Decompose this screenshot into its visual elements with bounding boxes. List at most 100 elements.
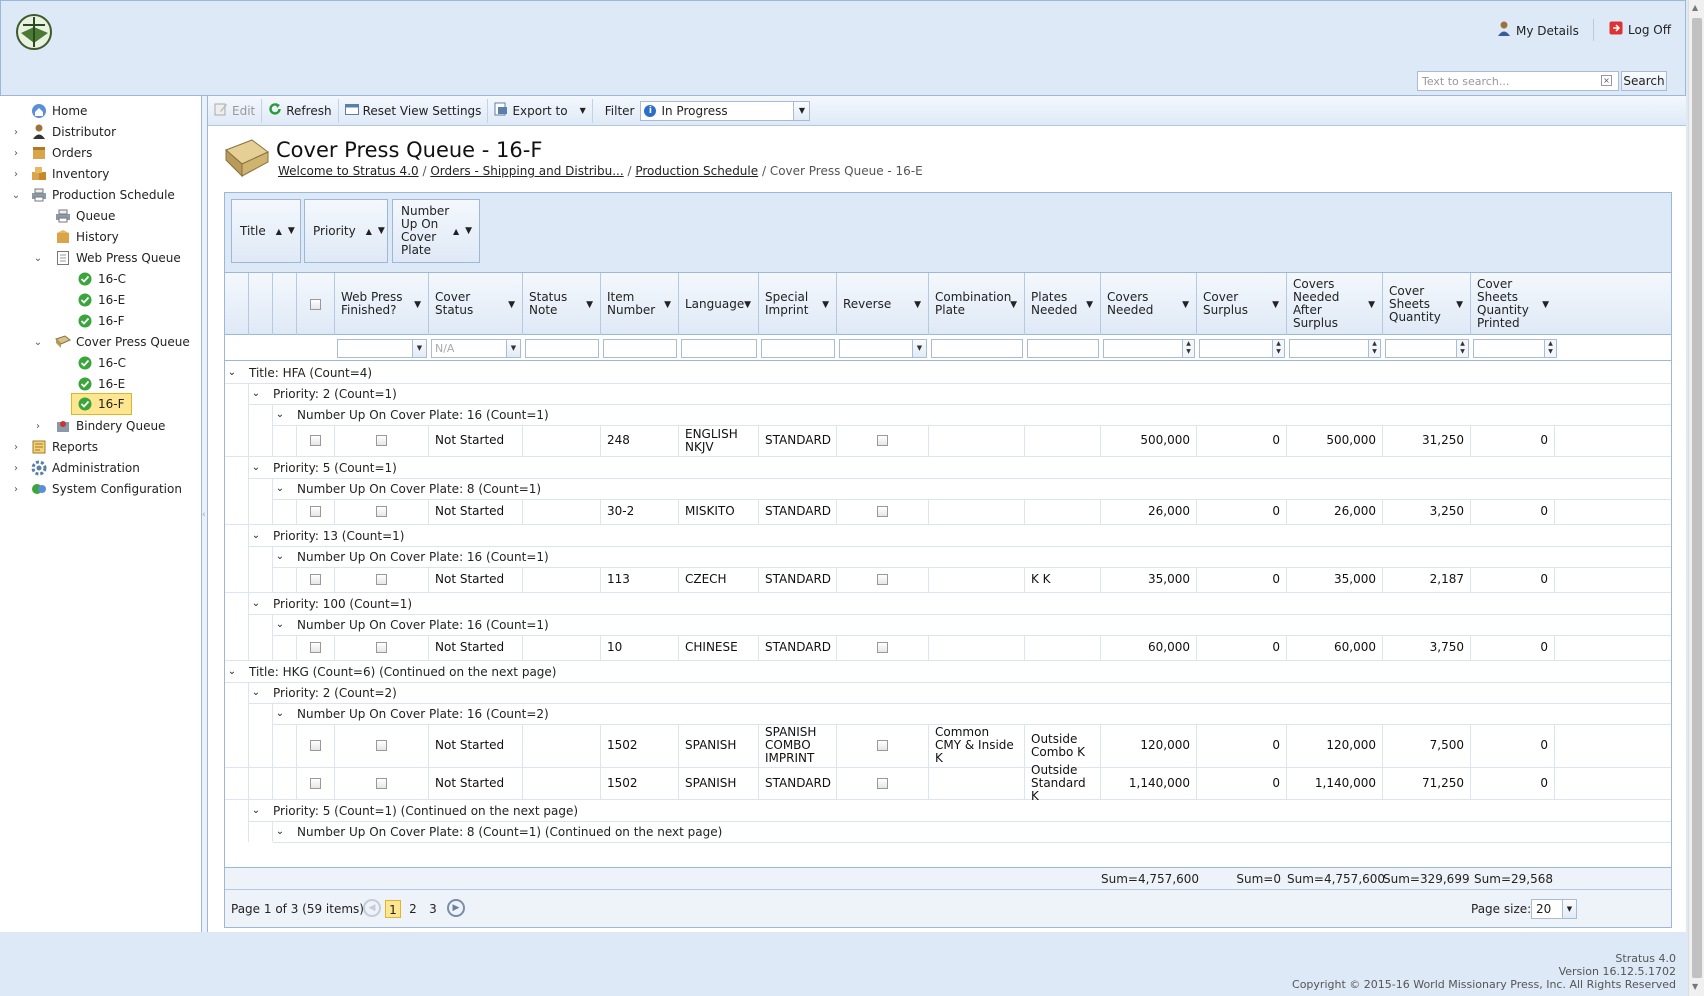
filter-status-note[interactable] [525,339,599,358]
sidebar-item-inventory[interactable]: › Inventory [10,163,109,185]
filter-icon[interactable]: ▼ [288,226,295,236]
table-row[interactable]: Not Started 248 ENGLISH NKJV STANDARD 500,00… [225,425,1671,457]
group-row-number-up[interactable]: ⌄ Number Up On Cover Plate: 8 (Count=1) [248,478,1671,500]
group-row-priority[interactable]: ⌄ Priority: 13 (Count=1) [248,525,1671,547]
filter-language[interactable] [681,339,757,358]
sidebar-item-reports[interactable]: › Reports [10,436,98,458]
filter-covers-needed[interactable]: ▲ ▼ [1103,339,1195,358]
group-row-title[interactable]: ⌄ Title: HFA (Count=4) [225,362,1671,384]
filter-item-number[interactable] [603,339,677,358]
search-button[interactable]: Search [1621,71,1667,91]
filter-select[interactable]: i In Progress ▼ [640,100,811,121]
col-cover-status[interactable]: Cover Status ▼ [429,273,523,335]
reverse-checkbox[interactable] [877,642,888,653]
row-select-checkbox[interactable] [310,740,321,751]
sidebar-item-bindery-queue[interactable]: › Bindery Queue [32,415,165,437]
chevron-down-icon[interactable]: ⌄ [32,337,44,348]
filter-icon[interactable]: ▼ [1456,299,1463,312]
chevron-right-icon[interactable]: › [32,421,44,432]
table-row[interactable]: Not Started 30-2 MISKITO STANDARD 26,000 0 26,… [225,499,1671,525]
scroll-down-icon[interactable]: ▼ [1692,982,1698,991]
chevron-down-icon[interactable]: ⌄ [249,687,263,698]
group-row-number-up[interactable]: ⌄ Number Up On Cover Plate: 16 (Count=1) [248,546,1671,568]
dropdown-arrow-icon[interactable]: ▼ [793,101,810,120]
col-language[interactable]: Language ▼ [679,273,759,335]
group-row-number-up[interactable]: ⌄ Number Up On Cover Plate: 16 (Count=1) [248,614,1671,636]
dropdown-arrow-icon[interactable]: ▼ [412,340,426,357]
dropdown-arrow-icon[interactable]: ▼ [506,340,520,357]
group-row-priority[interactable]: ⌄ Priority: 100 (Count=1) [248,593,1671,615]
spinner-icon[interactable]: ▲ ▼ [1544,340,1556,357]
clear-search-icon[interactable]: × [1601,75,1612,86]
row-select-checkbox[interactable] [310,778,321,789]
filter-icon[interactable]: ▼ [914,299,921,312]
filter-combination-plate[interactable] [931,339,1023,358]
spinner-icon[interactable]: ▲ ▼ [1456,340,1468,357]
chevron-down-icon[interactable]: ⌄ [249,462,263,473]
group-row-priority[interactable]: ⌄ Priority: 2 (Count=1) [248,383,1671,405]
chevron-down-icon[interactable]: ⌄ [249,805,263,816]
chevron-down-icon[interactable]: ⌄ [249,530,263,541]
chevron-down-icon[interactable]: ⌄ [225,666,239,677]
reverse-checkbox[interactable] [877,778,888,789]
sidebar-item-distributor[interactable]: › Distributor [10,121,116,143]
col-plates-needed[interactable]: Plates Needed ▼ [1025,273,1101,335]
spinner-icon[interactable]: ▲ ▼ [1368,340,1380,357]
group-row-number-up[interactable]: ⌄ Number Up On Cover Plate: 16 (Count=2) [248,703,1671,725]
chevron-down-icon[interactable]: ⌄ [273,826,287,837]
group-row-number-up[interactable]: ⌄ Number Up On Cover Plate: 8 (Count=1) (… [248,821,1671,843]
breadcrumb-orders-link[interactable]: Orders - Shipping and Distribu... [430,164,623,178]
filter-cover-sheets-quantity[interactable]: ▲ ▼ [1385,339,1469,358]
next-page-icon[interactable]: ▶ [447,899,465,917]
export-to-button[interactable]: Export to ▼ [488,98,593,123]
reverse-checkbox[interactable] [877,506,888,517]
chevron-down-icon[interactable]: ⌄ [32,253,44,264]
chevron-right-icon[interactable]: › [10,148,22,159]
sidebar-item-history[interactable]: History [54,226,119,248]
filter-special-imprint[interactable] [761,339,835,358]
chevron-down-icon[interactable]: ⌄ [249,388,263,399]
table-row[interactable]: Not Started 1502 SPANISH SPANISH COMBO IMPR… [225,724,1671,768]
filter-icon[interactable]: ▼ [414,299,421,312]
filter-plates-needed[interactable] [1027,339,1099,358]
group-row-priority[interactable]: ⌄ Priority: 5 (Count=1) [248,457,1671,479]
filter-icon[interactable]: ▼ [465,225,472,238]
filter-icon[interactable]: ▼ [744,299,751,312]
row-select-checkbox[interactable] [310,435,321,446]
web-press-finished-checkbox[interactable] [376,778,387,789]
prev-page-icon[interactable]: ◀ [363,899,381,917]
chevron-right-icon[interactable]: › [10,484,22,495]
sidebar-item-production-schedule[interactable]: ⌄ Production Schedule [10,184,175,206]
filter-icon[interactable]: ▼ [508,299,515,312]
chevron-right-icon[interactable]: › [10,442,22,453]
group-chip-title[interactable]: Title ▲ ▼ [231,199,301,263]
chevron-right-icon[interactable]: › [10,169,22,180]
filter-icon[interactable]: ▼ [1182,299,1189,312]
web-press-finished-checkbox[interactable] [376,740,387,751]
reverse-checkbox[interactable] [877,740,888,751]
select-all-checkbox[interactable] [310,298,321,310]
web-press-finished-checkbox[interactable] [376,435,387,446]
spinner-icon[interactable]: ▲ ▼ [1272,340,1284,357]
group-row-title[interactable]: ⌄ Title: HKG (Count=6) (Continued on the … [225,661,1671,683]
table-row[interactable]: Not Started 10 CHINESE STANDARD 60,000 0 60,00… [225,635,1671,661]
sidebar-item-home[interactable]: Home [18,100,87,122]
chevron-right-icon[interactable]: › [10,127,22,138]
row-select-checkbox[interactable] [310,642,321,653]
filter-web-press-finished[interactable]: ▼ [337,339,427,358]
group-row-priority[interactable]: ⌄ Priority: 5 (Count=1) (Continued on the… [248,800,1671,822]
col-covers-needed[interactable]: Covers Needed ▼ [1101,273,1197,335]
breadcrumb-home-link[interactable]: Welcome to Stratus 4.0 [278,164,419,178]
my-details-link[interactable]: My Details [1497,21,1579,40]
sidebar-item-cover-16c[interactable]: 16-C [76,352,126,374]
sidebar-item-web-16f[interactable]: 16-F [76,310,125,332]
search-input[interactable]: Text to search... [1417,71,1619,91]
sidebar-item-cover-16f[interactable]: 16-F [71,393,132,415]
scrollbar-thumb[interactable] [1692,18,1702,978]
sidebar-item-web-16e[interactable]: 16-E [76,289,125,311]
col-special-imprint[interactable]: Special Imprint ▼ [759,273,837,335]
web-press-finished-checkbox[interactable] [376,642,387,653]
col-cover-surplus[interactable]: Cover Surplus ▼ [1197,273,1287,335]
sidebar-item-cover-16e[interactable]: 16-E [76,373,125,395]
group-row-number-up[interactable]: ⌄ Number Up On Cover Plate: 16 (Count=1) [248,404,1671,426]
